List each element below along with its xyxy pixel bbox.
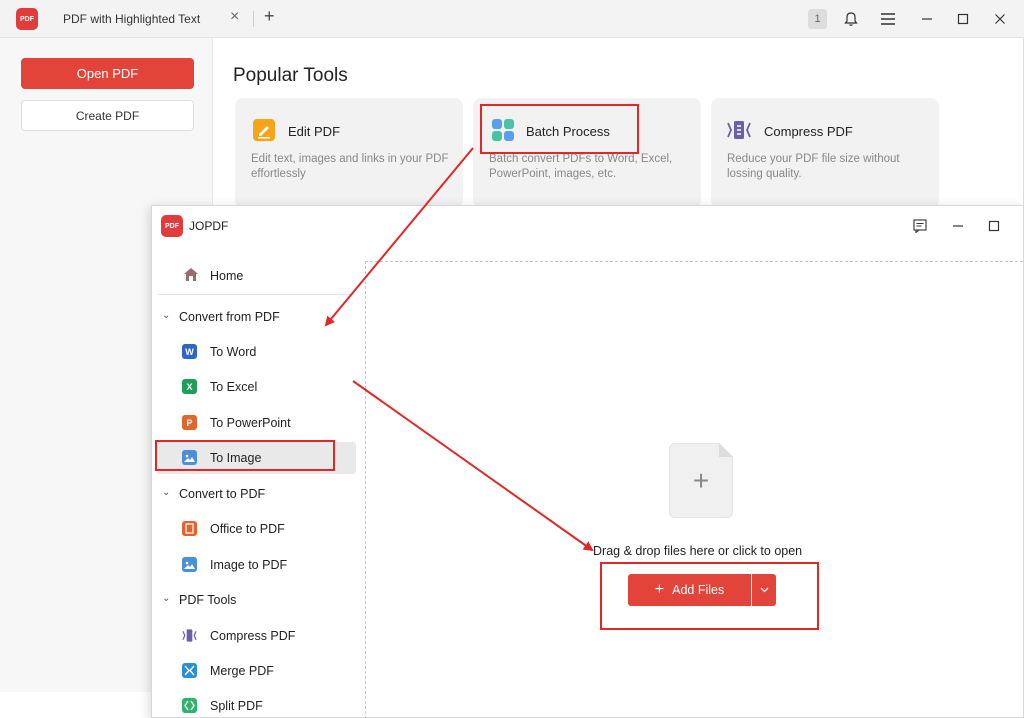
compress-pdf-icon	[726, 118, 751, 142]
edit-pdf-icon	[252, 118, 276, 142]
sidebar-item-label: Image to PDF	[210, 558, 288, 572]
word-icon: W	[182, 344, 197, 359]
tab-separator	[253, 11, 254, 27]
sidebar-item-label: To PowerPoint	[210, 416, 291, 430]
sidebar-item-label: To Word	[210, 345, 257, 359]
sidebar-item-label: Office to PDF	[210, 522, 285, 536]
minimize-icon[interactable]	[916, 8, 938, 30]
jopdf-logo: PDF	[161, 215, 183, 237]
tool-card-name: Compress PDF	[764, 124, 853, 139]
sidebar-item-label: Compress PDF	[210, 629, 296, 643]
section-convert-to-pdf[interactable]: ⌄ Convert to PDF	[156, 480, 356, 508]
app-logo: PDF	[16, 8, 38, 30]
image-icon	[182, 557, 197, 572]
maximize-icon[interactable]	[983, 215, 1005, 237]
sidebar-item-to-powerpoint[interactable]: P To PowerPoint	[156, 407, 356, 439]
chevron-down-icon: ⌄	[162, 593, 171, 604]
sidebar-item-label: Merge PDF	[210, 664, 274, 678]
section-pdf-tools[interactable]: ⌄ PDF Tools	[156, 586, 356, 614]
highlight-to-image	[155, 440, 335, 471]
sidebar-item-compress-pdf[interactable]: Compress PDF	[156, 620, 356, 652]
highlight-add-files	[600, 562, 819, 630]
sidebar-item-home[interactable]: Home	[152, 256, 365, 294]
close-icon[interactable]	[989, 8, 1011, 30]
popular-tools-heading: Popular Tools	[233, 65, 348, 86]
tool-card-description: Batch convert PDFs to Word, Excel, Power…	[489, 153, 673, 180]
sidebar-item-to-word[interactable]: W To Word	[156, 336, 356, 368]
tool-card-description: Edit text, images and links in your PDF …	[251, 153, 449, 180]
sidebar-item-image-to-pdf[interactable]: Image to PDF	[156, 549, 356, 581]
sidebar-divider	[158, 294, 353, 295]
notification-count-badge[interactable]: 1	[808, 9, 827, 29]
merge-icon	[182, 663, 197, 678]
title-bar: PDF PDF with Highlighted Text × + 1	[0, 0, 1024, 38]
maximize-icon[interactable]	[952, 8, 974, 30]
sidebar-item-label: Home	[210, 269, 244, 283]
chevron-down-icon: ⌄	[162, 310, 171, 321]
sidebar-item-merge-pdf[interactable]: Merge PDF	[156, 655, 356, 687]
powerpoint-icon: P	[182, 415, 197, 430]
document-tab-title[interactable]: PDF with Highlighted Text	[63, 12, 200, 26]
highlight-batch-process	[480, 104, 639, 154]
close-tab-icon[interactable]: ×	[230, 8, 239, 26]
section-label: PDF Tools	[179, 593, 237, 607]
section-label: Convert from PDF	[179, 310, 280, 324]
sidebar-item-office-to-pdf[interactable]: Office to PDF	[156, 513, 356, 545]
drop-zone-instructions: Drag & drop files here or click to open	[593, 544, 803, 558]
menu-icon[interactable]	[877, 8, 899, 30]
sidebar-item-to-excel[interactable]: X To Excel	[156, 371, 356, 403]
excel-icon: X	[182, 379, 197, 394]
sidebar-item-label: To Excel	[210, 380, 258, 394]
create-pdf-button[interactable]: Create PDF	[21, 100, 194, 131]
home-icon	[183, 267, 199, 287]
sidebar-item-label: Split PDF	[210, 699, 263, 713]
tool-card-edit-pdf[interactable]: Edit PDF Edit text, images and links in …	[235, 98, 463, 208]
chevron-down-icon: ⌄	[162, 487, 171, 498]
minimize-icon[interactable]	[947, 215, 969, 237]
bell-icon[interactable]	[840, 8, 862, 30]
office-icon	[182, 521, 197, 536]
compress-pdf-icon	[182, 628, 197, 643]
split-icon	[182, 698, 197, 713]
open-pdf-button[interactable]: Open PDF	[21, 58, 194, 89]
tool-card-name: Edit PDF	[288, 124, 341, 139]
section-label: Convert to PDF	[179, 487, 266, 501]
new-tab-icon[interactable]: +	[264, 6, 275, 27]
jopdf-title: JOPDF	[189, 219, 229, 233]
add-file-placeholder-icon[interactable]: +	[669, 443, 733, 518]
sidebar-item-split-pdf[interactable]: Split PDF	[156, 690, 356, 718]
tool-card-description: Reduce your PDF file size without lossin…	[727, 153, 900, 180]
tool-card-compress-pdf[interactable]: Compress PDF Reduce your PDF file size w…	[711, 98, 939, 208]
feedback-icon[interactable]	[909, 215, 931, 237]
section-convert-from-pdf[interactable]: ⌄ Convert from PDF	[156, 303, 356, 331]
jopdf-title-bar: PDF JOPDF	[152, 206, 1023, 246]
